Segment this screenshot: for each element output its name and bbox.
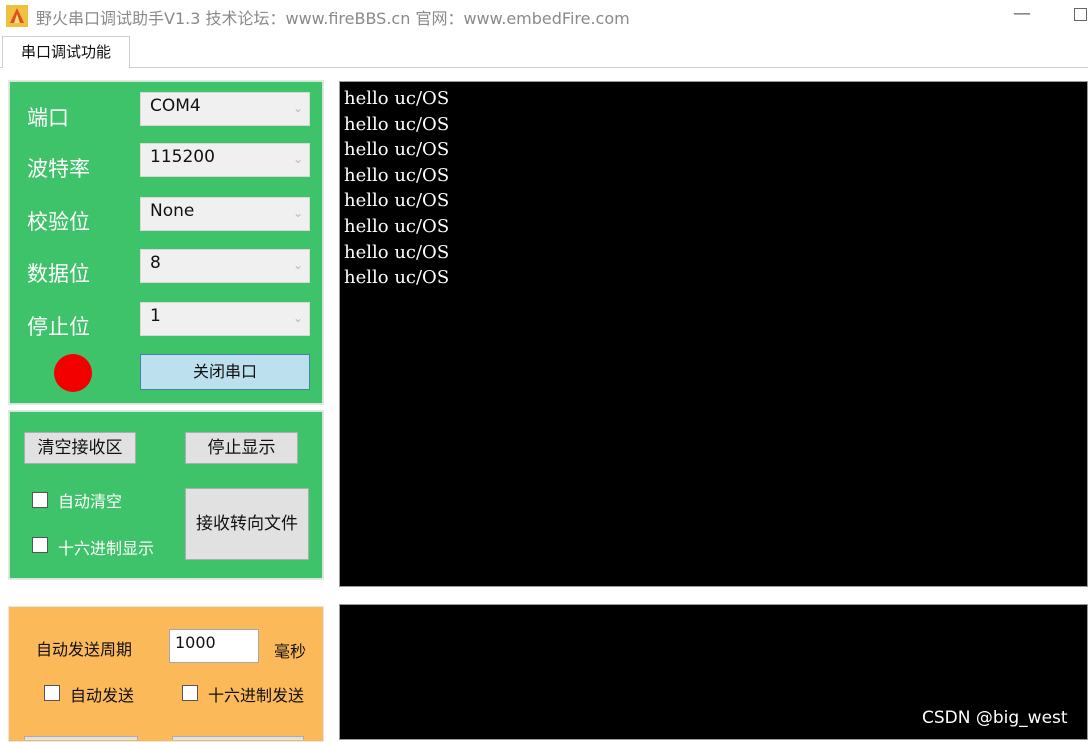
baud-select[interactable]: 115200 ⌄ <box>140 143 310 177</box>
app-logo-icon <box>6 5 28 27</box>
port-status-indicator <box>54 354 92 392</box>
port-value: COM4 <box>150 96 201 116</box>
send-period-input[interactable]: 1000 <box>169 629 259 663</box>
hex-display-label: 十六进制显示 <box>58 539 155 558</box>
send-controls-panel <box>8 606 324 742</box>
stop-display-button[interactable]: 停止显示 <box>185 432 298 464</box>
console-line: hello uc/OS <box>344 113 450 135</box>
data-bits-select[interactable]: 8 ⌄ <box>140 249 310 283</box>
console-line: hello uc/OS <box>344 267 450 289</box>
stop-bits-label: 停止位 <box>27 315 90 339</box>
period-unit-label: 毫秒 <box>274 642 307 661</box>
redirect-to-file-button[interactable]: 接收转向文件 <box>185 488 309 560</box>
receive-console-lines: hello uc/OS hello uc/OS hello uc/OS hell… <box>344 86 449 291</box>
auto-send-label: 自动发送 <box>70 686 135 705</box>
watermark-text: CSDN @big_west <box>922 708 1068 728</box>
receive-console[interactable]: hello uc/OS hello uc/OS hello uc/OS hell… <box>339 81 1088 587</box>
data-bits-label: 数据位 <box>27 262 90 286</box>
tab-strip-line <box>0 67 1088 68</box>
console-line: hello uc/OS <box>344 241 450 263</box>
port-select[interactable]: COM4 ⌄ <box>140 92 310 126</box>
send-button-partial[interactable] <box>24 736 138 740</box>
close-port-button[interactable]: 关闭串口 <box>140 354 310 390</box>
parity-label: 校验位 <box>27 210 90 234</box>
chevron-down-icon: ⌄ <box>293 206 304 220</box>
chevron-down-icon: ⌄ <box>293 311 304 325</box>
chevron-down-icon: ⌄ <box>293 258 304 272</box>
hex-display-checkbox[interactable] <box>32 537 48 553</box>
stop-bits-select[interactable]: 1 ⌄ <box>140 302 310 336</box>
data-bits-value: 8 <box>150 253 161 273</box>
parity-value: None <box>150 201 195 221</box>
window-title: 野火串口调试助手V1.3 技术论坛：www.fireBBS.cn 官网：www.… <box>36 9 630 28</box>
maximize-button[interactable] <box>1074 8 1087 21</box>
console-line: hello uc/OS <box>344 139 450 161</box>
tab-serial-debug[interactable]: 串口调试功能 <box>2 36 130 68</box>
port-label: 端口 <box>27 106 69 130</box>
hex-send-checkbox[interactable] <box>182 685 198 701</box>
console-line: hello uc/OS <box>344 164 450 186</box>
auto-send-period-label: 自动发送周期 <box>36 640 133 659</box>
console-line: hello uc/OS <box>344 88 450 109</box>
chevron-down-icon: ⌄ <box>293 152 304 166</box>
clear-receive-button[interactable]: 清空接收区 <box>24 432 136 464</box>
auto-clear-label: 自动清空 <box>58 492 123 511</box>
minimize-button[interactable]: — <box>1012 2 1032 26</box>
hex-send-label: 十六进制发送 <box>208 686 305 705</box>
baud-value: 115200 <box>150 147 215 167</box>
console-line: hello uc/OS <box>344 190 450 212</box>
title-bar: 野火串口调试助手V1.3 技术论坛：www.fireBBS.cn 官网：www.… <box>0 0 1088 32</box>
auto-send-checkbox[interactable] <box>44 685 60 701</box>
stop-bits-value: 1 <box>150 306 161 326</box>
open-file-button-partial[interactable] <box>172 736 304 740</box>
parity-select[interactable]: None ⌄ <box>140 197 310 231</box>
console-line: hello uc/OS <box>344 215 450 237</box>
auto-clear-checkbox[interactable] <box>32 492 48 508</box>
chevron-down-icon: ⌄ <box>293 101 304 115</box>
baud-label: 波特率 <box>27 157 90 181</box>
